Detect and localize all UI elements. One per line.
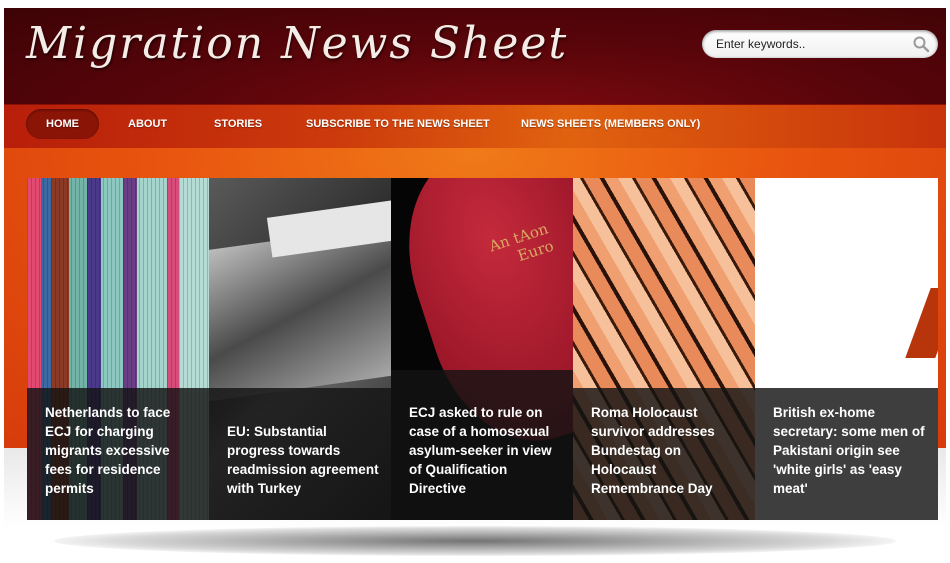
search-icon[interactable] [912,35,930,53]
slide-image-edge [905,288,938,358]
slide-ecj-asylum[interactable]: An tAon Euro ECJ asked to rule on case o… [391,178,573,520]
slide-caption-text[interactable]: EU: Substantial progress towards readmis… [227,422,381,498]
slide-eu-turkey[interactable]: EU: Substantial progress towards readmis… [209,178,391,520]
slide-netherlands-ecj[interactable]: Netherlands to face ECJ for charging mig… [27,178,209,520]
nav-item-about[interactable]: ABOUT [128,109,167,139]
search-box[interactable] [702,30,938,58]
slide-british-ex-home-secretary[interactable]: British ex-home secretary: some men of P… [755,178,938,520]
page: Migration News Sheet HOME ABOUT STORIES … [4,8,946,563]
nav-item-subscribe[interactable]: SUBSCRIBE TO THE NEWS SHEET [306,109,490,139]
slide-caption: Netherlands to face ECJ for charging mig… [27,388,209,520]
site-header: Migration News Sheet [4,8,946,104]
slide-caption-text[interactable]: Roma Holocaust survivor addresses Bundes… [591,403,745,498]
slide-roma-holocaust[interactable]: Roma Holocaust survivor addresses Bundes… [573,178,755,520]
site-title[interactable]: Migration News Sheet [26,18,568,69]
slide-caption: ECJ asked to rule on case of a homosexua… [391,370,573,520]
slide-caption: British ex-home secretary: some men of P… [755,388,938,520]
slider-shadow [54,526,896,556]
news-slider: Netherlands to face ECJ for charging mig… [27,178,938,520]
slide-caption-text[interactable]: ECJ asked to rule on case of a homosexua… [409,403,563,498]
search-input[interactable] [716,35,896,53]
slide-caption: Roma Holocaust survivor addresses Bundes… [573,388,755,520]
slide-caption-text[interactable]: Netherlands to face ECJ for charging mig… [45,403,199,498]
slide-caption: EU: Substantial progress towards readmis… [209,388,391,520]
slide-caption-text[interactable]: British ex-home secretary: some men of P… [773,403,928,498]
nav-item-stories[interactable]: STORIES [214,109,262,139]
nav-item-news-sheets[interactable]: NEWS SHEETS (MEMBERS ONLY) [521,109,700,139]
main-nav: HOME ABOUT STORIES SUBSCRIBE TO THE NEWS… [4,104,946,148]
nav-item-home[interactable]: HOME [26,109,99,139]
